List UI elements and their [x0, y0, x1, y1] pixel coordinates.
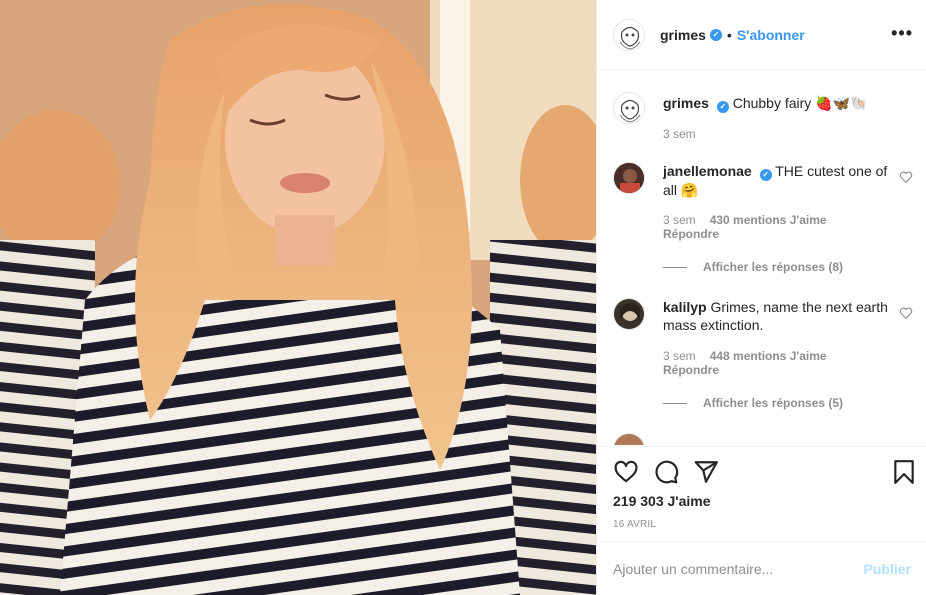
reply-button[interactable]: Répondre — [663, 227, 827, 241]
comment-time[interactable]: 3 sem — [663, 349, 696, 363]
caption-text: Chubby fairy 🍓🦋🐚 — [732, 95, 868, 111]
commenter-avatar[interactable] — [613, 162, 645, 194]
view-replies-label: Afficher les réponses (5) — [703, 396, 844, 410]
comment-icon[interactable] — [653, 459, 679, 485]
caption-username[interactable]: grimes — [663, 95, 709, 111]
header-separator: • — [726, 26, 732, 43]
author-avatar[interactable] — [613, 18, 645, 51]
comment-meta: 3 sem 448 mentions J'aime Répondre — [663, 349, 827, 377]
comment-like-heart-icon[interactable] — [899, 306, 913, 320]
commenter-avatar[interactable] — [613, 433, 645, 445]
caption-body: grimes ✓ Chubby fairy 🍓🦋🐚 — [663, 94, 888, 113]
share-icon[interactable] — [693, 459, 719, 485]
bookmark-icon[interactable] — [891, 459, 917, 485]
avatar-photo-icon — [614, 163, 644, 193]
view-replies-button[interactable]: Afficher les réponses (5) — [663, 396, 843, 410]
caption-time[interactable]: 3 sem — [663, 127, 696, 141]
caption-avatar[interactable] — [613, 92, 645, 124]
comment-body: janellemonae ✓ THE cutest one of all 🤗 — [663, 162, 888, 199]
reply-button[interactable]: Répondre — [663, 363, 827, 377]
photo-illustration — [0, 0, 596, 595]
comment-username[interactable]: janellemonae — [663, 163, 752, 179]
heart-icon[interactable] — [613, 459, 639, 485]
comment-likes[interactable]: 448 mentions J'aime — [710, 349, 827, 363]
post-header: grimes ✓ • S'abonner ••• — [597, 0, 926, 70]
verified-badge-icon: ✓ — [709, 28, 722, 41]
post-date[interactable]: 16 AVRIL — [613, 519, 656, 530]
verified-badge-icon: ✓ — [759, 169, 772, 181]
comment-time[interactable]: 3 sem — [663, 213, 696, 227]
post-actions: 219 303 J'aime 16 AVRIL — [597, 446, 926, 540]
avatar-drawing-icon — [615, 20, 644, 50]
post-sidebar: grimes ✓ • S'abonner ••• grimes ✓ Chubby… — [596, 0, 926, 595]
comment-composer: Publier — [597, 541, 926, 595]
avatar-drawing-icon — [615, 94, 644, 123]
view-replies-button[interactable]: Afficher les réponses (8) — [663, 260, 843, 274]
post-photo[interactable] — [0, 0, 596, 595]
comment-body: kalilyp Grimes, name the next earth mass… — [663, 298, 888, 334]
likes-count[interactable]: 219 303 J'aime — [613, 493, 711, 509]
comment-input[interactable] — [613, 560, 864, 577]
verified-badge-icon: ✓ — [716, 101, 729, 113]
follow-button[interactable]: S'abonner — [737, 27, 805, 43]
publish-button[interactable]: Publier — [864, 561, 911, 577]
comment-likes[interactable]: 430 mentions J'aime — [710, 213, 827, 227]
avatar-photo-icon — [614, 299, 644, 329]
replies-divider — [663, 266, 687, 268]
commenter-avatar[interactable] — [613, 298, 645, 330]
comment-like-heart-icon[interactable] — [899, 170, 913, 184]
view-replies-label: Afficher les réponses (8) — [703, 260, 844, 274]
comment-meta: 3 sem 430 mentions J'aime Répondre — [663, 213, 827, 241]
author-username[interactable]: grimes — [660, 27, 706, 43]
comment-username[interactable]: kalilyp — [663, 299, 707, 315]
more-options-icon[interactable]: ••• — [891, 24, 913, 42]
comments-list[interactable]: grimes ✓ Chubby fairy 🍓🦋🐚 3 sem janellem… — [597, 71, 926, 445]
replies-divider — [663, 402, 687, 404]
